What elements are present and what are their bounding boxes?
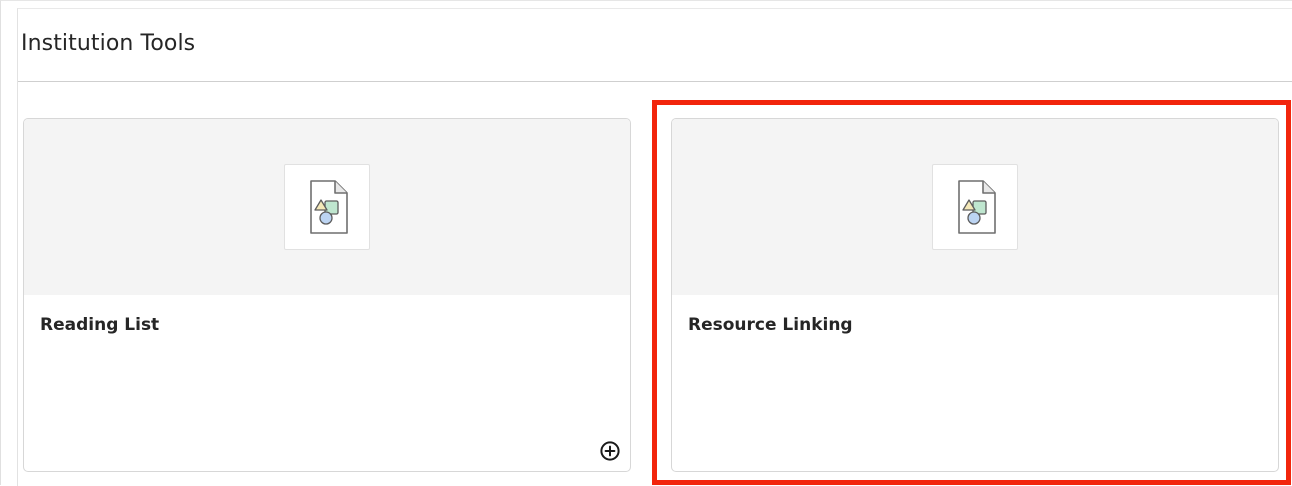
add-tool-button[interactable] bbox=[599, 440, 621, 462]
card-title: Resource Linking bbox=[688, 315, 853, 335]
file-shapes-icon bbox=[310, 180, 348, 234]
tool-thumbnail bbox=[284, 164, 370, 250]
institution-tools-panel: Institution Tools Reading List Resource … bbox=[0, 0, 1292, 486]
card-media bbox=[24, 119, 630, 295]
tool-thumbnail bbox=[932, 164, 1018, 250]
tool-card-resource-linking[interactable]: Resource Linking bbox=[671, 118, 1279, 472]
plus-circle-icon bbox=[600, 441, 620, 461]
header-divider bbox=[18, 81, 1292, 82]
file-shapes-icon bbox=[958, 180, 996, 234]
card-title: Reading List bbox=[40, 315, 160, 335]
card-media bbox=[672, 119, 1278, 295]
tool-card-reading-list[interactable]: Reading List bbox=[23, 118, 631, 472]
section-title: Institution Tools bbox=[21, 31, 196, 56]
